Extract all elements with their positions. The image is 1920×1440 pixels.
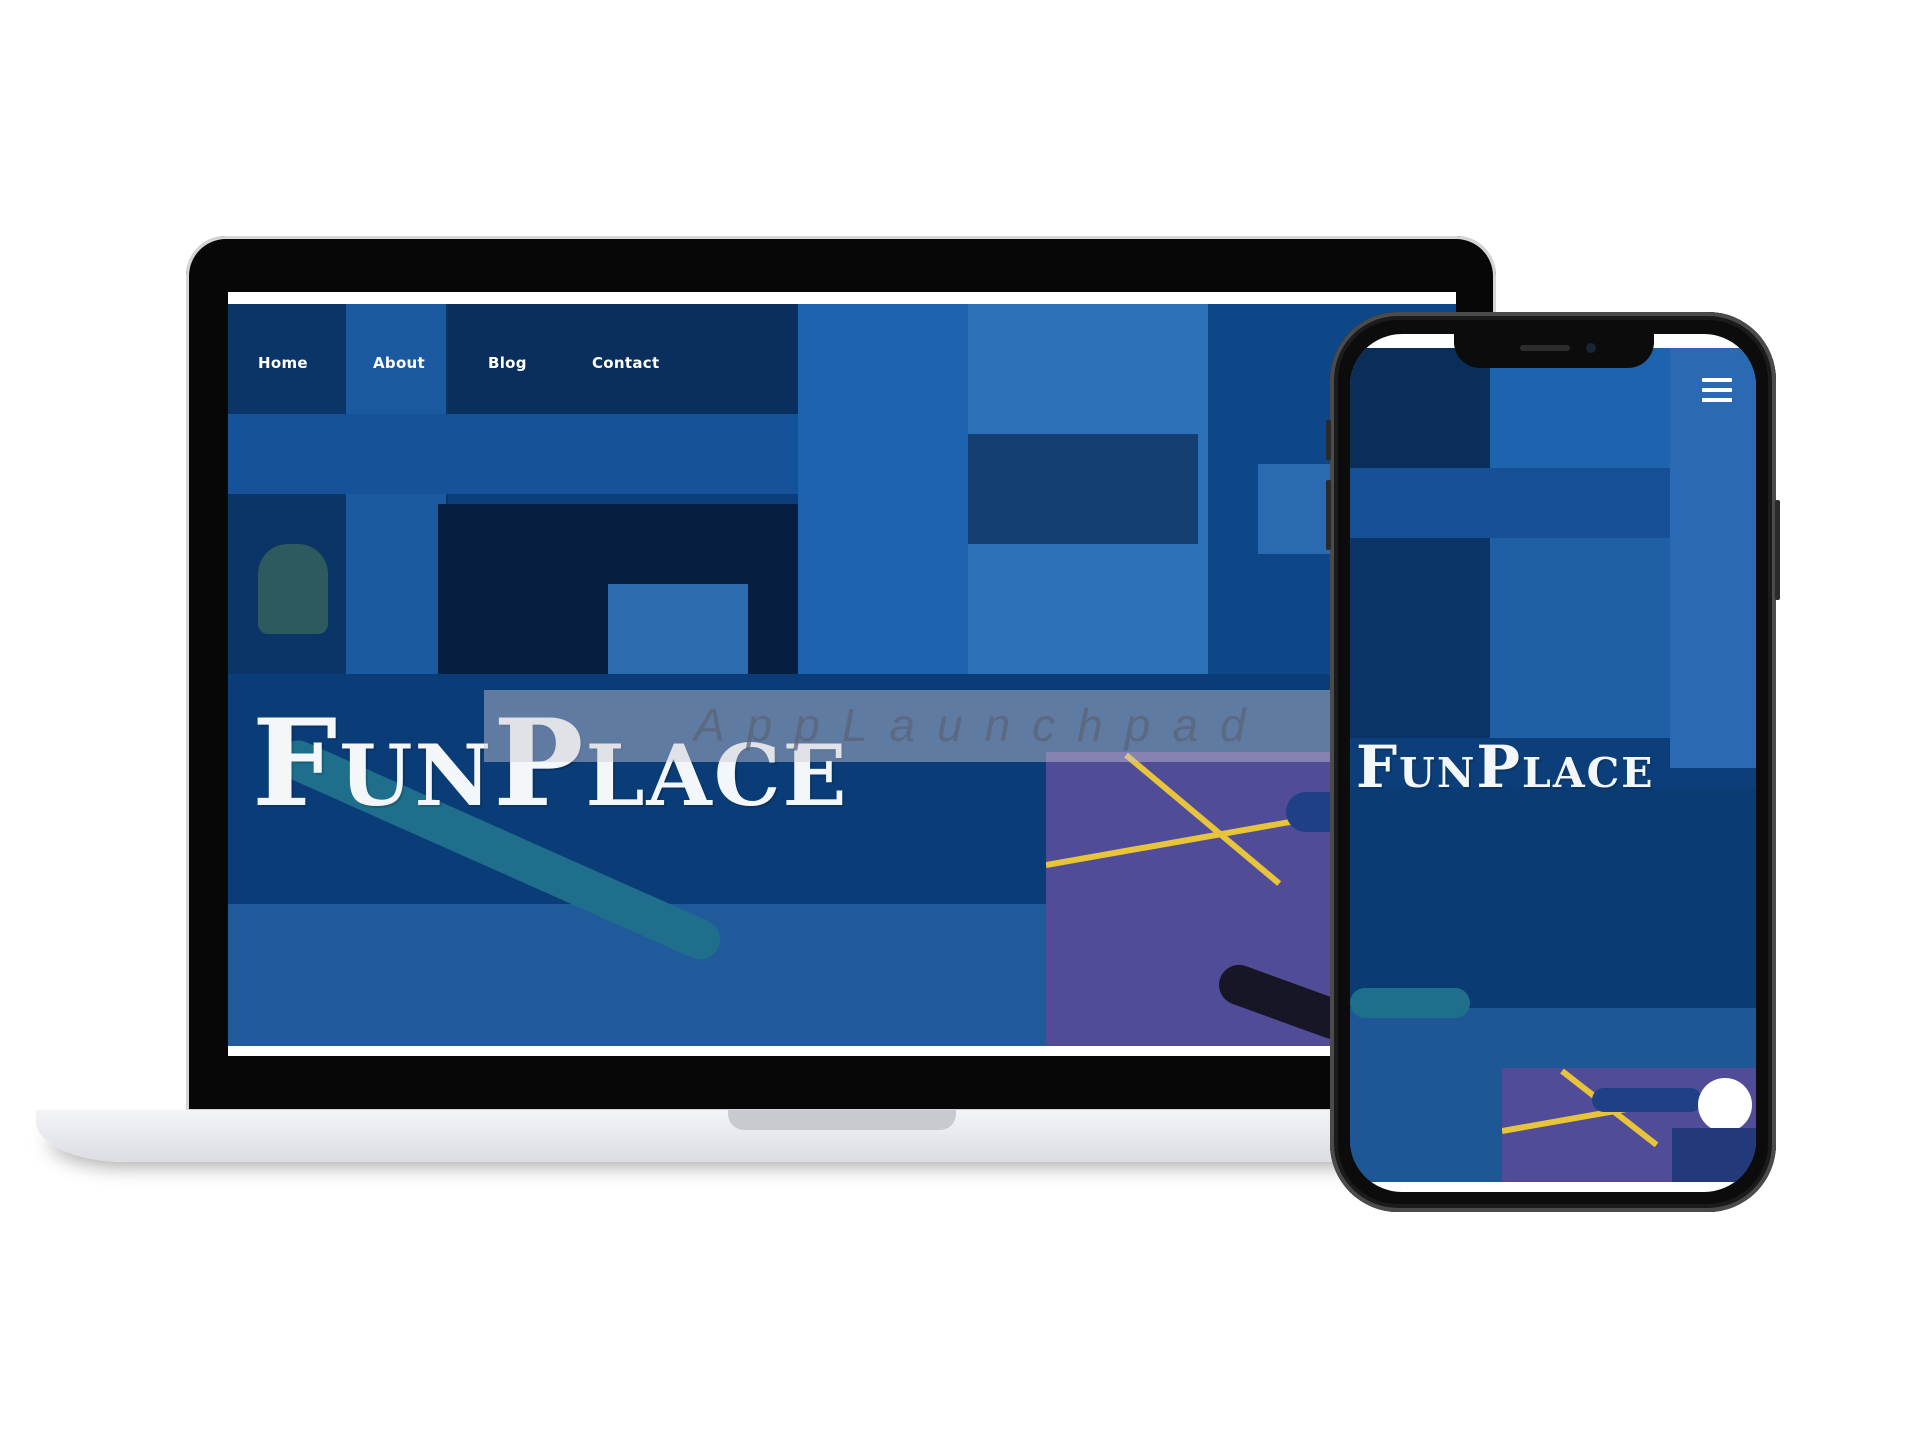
hamburger-menu-icon[interactable]	[1702, 378, 1732, 404]
nav-contact-link[interactable]: Contact	[592, 354, 659, 372]
skater-arm	[1592, 1088, 1702, 1112]
phone-side-button	[1326, 420, 1331, 460]
desktop-hero: Home About Blog Contact FunPlace	[228, 304, 1456, 1046]
nav-home-link[interactable]: Home	[258, 354, 308, 372]
laptop-hinge-notch	[728, 1110, 956, 1130]
hero-slide	[1350, 988, 1470, 1018]
hero-building-block	[1670, 348, 1756, 768]
phone-notch	[1454, 334, 1654, 368]
mobile-screen: FunPlace	[1350, 334, 1756, 1192]
hero-building-block	[1350, 468, 1680, 538]
mobile-logo: FunPlace	[1356, 733, 1655, 801]
desktop-screen: Home About Blog Contact FunPlace	[228, 292, 1456, 1056]
phone-power-button	[1775, 500, 1780, 600]
watermark-banner: AppLaunchpad	[484, 690, 1454, 762]
nav-about-link[interactable]: About	[373, 354, 425, 372]
hero-building-block	[1490, 538, 1670, 738]
hero-slide-top	[258, 544, 328, 634]
hero-fence	[1350, 788, 1756, 1008]
mobile-skate-photo	[1502, 1068, 1756, 1182]
nav-blog-link[interactable]: Blog	[488, 354, 527, 372]
watermark-text: AppLaunchpad	[694, 699, 1268, 751]
hero-window	[1350, 538, 1490, 738]
phone-speaker	[1520, 345, 1570, 351]
hero-graffiti-wall	[968, 434, 1198, 544]
helmet-icon	[1698, 1078, 1752, 1132]
court-line	[1124, 752, 1282, 886]
phone-camera	[1586, 343, 1596, 353]
mobile-hero: FunPlace	[1350, 348, 1756, 1182]
desktop-nav: Home About Blog Contact	[228, 304, 1456, 384]
skater-body	[1672, 1128, 1756, 1182]
phone-side-button	[1326, 480, 1331, 550]
hero-window	[608, 584, 748, 674]
